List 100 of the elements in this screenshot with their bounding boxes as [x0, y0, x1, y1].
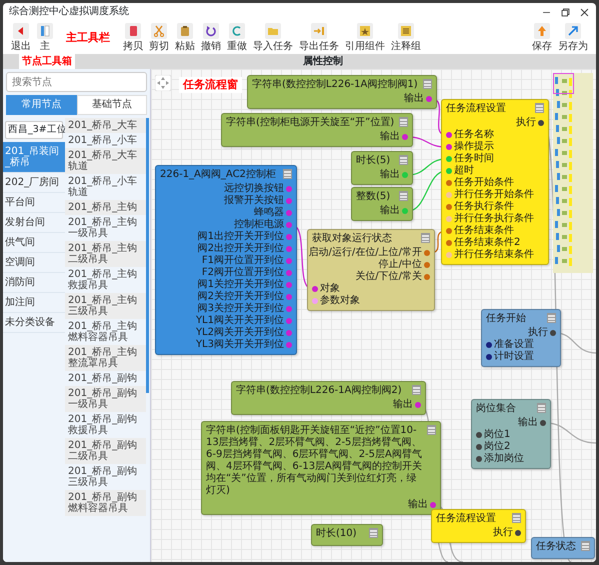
port-dot[interactable] — [446, 192, 452, 198]
port-dot[interactable] — [424, 274, 430, 280]
flow-node[interactable]: 任务流程设置 执行 — [431, 509, 526, 543]
port-dot[interactable] — [430, 502, 436, 508]
toolbar-button[interactable]: 拷贝 — [123, 23, 143, 52]
port-dot[interactable] — [312, 298, 318, 304]
close-icon[interactable] — [579, 6, 590, 18]
component-item[interactable]: 201_桥吊_副钩救援吊具 — [65, 412, 146, 438]
flow-node[interactable]: 226-1_A阀阀_AC2控制柜 远控切换按钮 报警开关按钮 蜂鸣器 控制柜电源 阀1出控开关开到位 阀2出控开关开到位 F1阀开位置开到位 F2阀开位置开到位 阀1关控开关开到位 阀2关控开关开到位 阀3关控开关开到位 YL1阀关开关开到位 YL2阀关开关开到位 YL3阀关开关开到位 — [155, 165, 297, 355]
port-dot[interactable] — [286, 222, 292, 228]
port-dot[interactable] — [286, 198, 292, 204]
node-menu-icon[interactable] — [283, 169, 292, 179]
toolbar-button[interactable]: 引用组件 — [345, 23, 385, 52]
port-dot[interactable] — [446, 228, 452, 234]
node-menu-icon[interactable] — [537, 403, 546, 413]
restore-icon[interactable] — [560, 6, 571, 18]
port-dot[interactable] — [446, 168, 452, 174]
port-dot[interactable] — [286, 246, 292, 252]
move-icon[interactable] — [155, 75, 171, 91]
port-dot[interactable] — [286, 270, 292, 276]
flow-node[interactable]: 字符串(数控控制L226-1A阀控制阀2) 输出 — [231, 381, 426, 415]
node-menu-icon[interactable] — [581, 541, 590, 551]
scrollbar[interactable] — [146, 118, 149, 394]
flow-node[interactable]: 字符串(控制柜电源开关旋至“开”位置) 输出 — [221, 113, 413, 147]
toolbar-button[interactable]: 另存为 — [558, 23, 588, 52]
component-item[interactable]: 201_桥吊_副钩燃料容器吊具 — [65, 490, 146, 516]
toolbar-button[interactable]: 导出任务 — [299, 23, 339, 52]
port-dot[interactable] — [550, 330, 556, 336]
category-item[interactable]: 未分类设备 — [3, 313, 65, 333]
port-dot[interactable] — [312, 286, 318, 292]
component-item[interactable]: 201_桥吊_副钩 — [65, 371, 146, 386]
port-dot[interactable] — [446, 204, 452, 210]
node-menu-icon[interactable] — [412, 385, 421, 395]
port-dot[interactable] — [286, 342, 292, 348]
flow-node[interactable]: 任务状态 — [531, 537, 595, 559]
component-item[interactable]: 201_桥吊_大车 — [65, 118, 146, 133]
port-dot[interactable] — [476, 456, 482, 462]
port-dot[interactable] — [286, 318, 292, 324]
node-menu-icon[interactable] — [399, 117, 408, 127]
component-item[interactable]: 201_桥吊_主钩燃料容器吊具 — [65, 319, 146, 345]
flow-node[interactable]: 任务流程设置 执行 任务名称 操作提示 任务时间 超时 任务开始条件 并行任务开始条件 任务执行条件 并行任务执行条件 任务结束条件 任务结束条件2 并行任务结束条件 — [441, 99, 549, 265]
component-item[interactable]: 201_桥吊_大车轨道 — [65, 148, 146, 174]
port-dot[interactable] — [286, 330, 292, 336]
toolbar-button[interactable]: 主 — [37, 23, 53, 52]
port-dot[interactable] — [476, 432, 482, 438]
component-item[interactable]: 201_桥吊_副钩二级吊具 — [65, 438, 146, 464]
node-menu-icon[interactable] — [423, 79, 432, 89]
port-dot[interactable] — [286, 258, 292, 264]
port-dot[interactable] — [415, 402, 421, 408]
port-dot[interactable] — [446, 156, 452, 162]
category-item[interactable]: 202_厂房间 — [3, 173, 65, 193]
port-dot[interactable] — [446, 216, 452, 222]
port-dot[interactable] — [538, 120, 544, 126]
component-item[interactable]: 201_桥吊_主钩三级吊具 — [65, 293, 146, 319]
node-menu-icon[interactable] — [512, 513, 521, 523]
port-dot[interactable] — [446, 144, 452, 150]
port-dot[interactable] — [446, 132, 452, 138]
flow-node[interactable]: 任务开始 执行 准备设置 计时设置 — [481, 309, 561, 367]
port-dot[interactable] — [486, 342, 492, 348]
node-menu-icon[interactable] — [535, 103, 544, 113]
port-dot[interactable] — [286, 282, 292, 288]
component-item[interactable]: 201_桥吊_主钩二级吊具 — [65, 241, 146, 267]
port-dot[interactable] — [446, 240, 452, 246]
port-dot[interactable] — [286, 234, 292, 240]
node-menu-icon[interactable] — [421, 233, 430, 243]
node-menu-icon[interactable] — [399, 155, 408, 165]
category-item[interactable]: 消防间 — [3, 273, 65, 293]
toolbar-button[interactable]: 保存 — [532, 23, 552, 52]
toolbar-button[interactable]: 导入任务 — [253, 23, 293, 52]
flow-node[interactable]: 整数(5) 输出 — [351, 187, 413, 221]
port-dot[interactable] — [446, 180, 452, 186]
component-item[interactable]: 201_桥吊_小车 — [65, 133, 146, 148]
port-dot[interactable] — [515, 530, 521, 536]
port-dot[interactable] — [286, 186, 292, 192]
flow-node[interactable]: 时长(5) 输出 — [351, 151, 413, 185]
toolbar-button[interactable]: 剪切 — [149, 23, 169, 52]
toolbar-button[interactable]: 撤销 — [201, 23, 221, 52]
flow-node[interactable]: 岗位集合 输出 岗位1 岗位2 添加岗位 — [471, 399, 551, 469]
search-field[interactable]: 搜索节点 — [6, 72, 147, 92]
flow-node[interactable]: 获取对象运行状态 启动/运行/在位/上位/常开 停止/中位 关位/下位/常关 对象 参数对象 — [307, 229, 435, 311]
site-dropdown[interactable]: 西昌_3#工位 — [5, 121, 63, 139]
toolbar-button[interactable]: 粘贴 — [175, 23, 195, 52]
component-item[interactable]: 201_桥吊_主钩 — [65, 200, 146, 215]
port-dot[interactable] — [286, 306, 292, 312]
component-item[interactable]: 201_桥吊_主钩一级吊具 — [65, 215, 146, 241]
port-dot[interactable] — [286, 210, 292, 216]
port-dot[interactable] — [402, 208, 408, 214]
port-dot[interactable] — [476, 444, 482, 450]
toolbar-button[interactable]: 退出 — [11, 23, 31, 52]
port-dot[interactable] — [446, 252, 452, 258]
port-dot[interactable] — [486, 354, 492, 360]
tab[interactable]: 基础节点 — [76, 95, 147, 115]
toolbar-button[interactable]: 重做 — [227, 23, 247, 52]
flow-node[interactable]: 时长(10) — [311, 524, 383, 546]
flow-node[interactable]: 字符串(数控控制L226-1A阀控制阀1) 输出 — [247, 75, 437, 109]
port-dot[interactable] — [402, 134, 408, 140]
port-dot[interactable] — [424, 262, 430, 268]
component-item[interactable]: 201_桥吊_主钩救援吊具 — [65, 267, 146, 293]
port-dot[interactable] — [424, 250, 430, 256]
component-item[interactable]: 201_桥吊_副钩三级吊具 — [65, 464, 146, 490]
